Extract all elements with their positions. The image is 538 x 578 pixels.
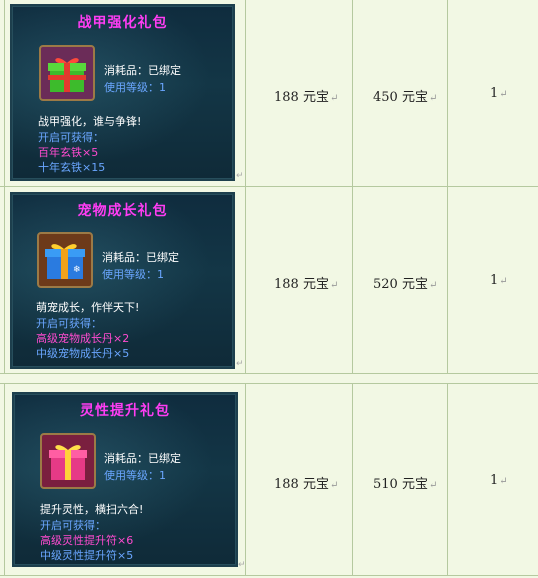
item-reward-1: 高级宠物成长丹×2 [36, 332, 130, 345]
item-level: 使用等级：1 [104, 81, 166, 94]
original-price-cell: 520 元宝↵ [373, 277, 438, 292]
original-price-cell: 510 元宝↵ [373, 477, 438, 492]
return-mark: ↵ [236, 359, 244, 369]
item-title: 灵性提升礼包 [80, 403, 170, 419]
item-open-label: 开启可获得： [38, 131, 104, 144]
item-open-label: 开启可获得： [36, 317, 102, 330]
table-divider [447, 383, 448, 575]
item-reward-1: 百年玄铁×5 [38, 146, 99, 159]
item-slogan: 萌宠成长，作伴天下! [36, 301, 140, 314]
table-top-border [0, 383, 538, 384]
item-reward-2: 中级宠物成长丹×5 [36, 347, 130, 360]
item-reward-2: 十年玄铁×15 [38, 161, 106, 174]
price-cell: 188 元宝↵ [274, 90, 339, 105]
item-tooltip-card: 灵性提升礼包 消耗品：已绑定 使用等级：1 提升灵性，横扫六合! 开启可获得： … [12, 392, 238, 567]
blue-gift-icon: ❄ [37, 232, 93, 288]
quantity-cell: 1↵ [490, 86, 508, 101]
pink-gift-icon [40, 433, 96, 489]
quantity-cell: 1↵ [490, 473, 508, 488]
table-divider [245, 383, 246, 575]
table-divider [352, 383, 353, 575]
item-reward-2: 中级灵性提升符×5 [40, 549, 134, 562]
row-divider [0, 186, 538, 187]
item-slogan: 战甲强化，谁与争锋! [38, 115, 142, 128]
item-slogan: 提升灵性，横扫六合! [40, 503, 144, 516]
item-open-label: 开启可获得： [40, 519, 106, 532]
item-reward-1: 高级灵性提升符×6 [40, 534, 134, 547]
return-mark: ↵ [238, 560, 246, 570]
price-cell: 188 元宝↵ [274, 477, 339, 492]
table-bottom-border [0, 575, 538, 576]
quantity-cell: 1↵ [490, 273, 508, 288]
item-level: 使用等级：1 [104, 469, 166, 482]
return-mark: ↵ [236, 171, 244, 181]
item-tooltip-card: 战甲强化礼包 消耗品：已绑定 使用等级：1 战甲强化，谁与争锋! 开启可获得： … [10, 4, 235, 181]
item-type: 消耗品：已绑定 [104, 64, 181, 77]
green-gift-icon [39, 45, 95, 101]
original-price-cell: 450 元宝↵ [373, 90, 438, 105]
item-level: 使用等级：1 [102, 268, 164, 281]
svg-text:❄: ❄ [73, 265, 81, 275]
item-type: 消耗品：已绑定 [104, 452, 181, 465]
table-bottom-border [0, 373, 538, 374]
item-tooltip-card: 宠物成长礼包 ❄ 消耗品：已绑定 使用等级：1 萌宠成长，作伴天下! 开启可获得… [10, 192, 235, 369]
item-type: 消耗品：已绑定 [102, 251, 179, 264]
price-cell: 188 元宝↵ [274, 277, 339, 292]
table-border-left [4, 383, 5, 575]
item-title: 战甲强化礼包 [77, 15, 168, 31]
item-title: 宠物成长礼包 [77, 203, 168, 219]
